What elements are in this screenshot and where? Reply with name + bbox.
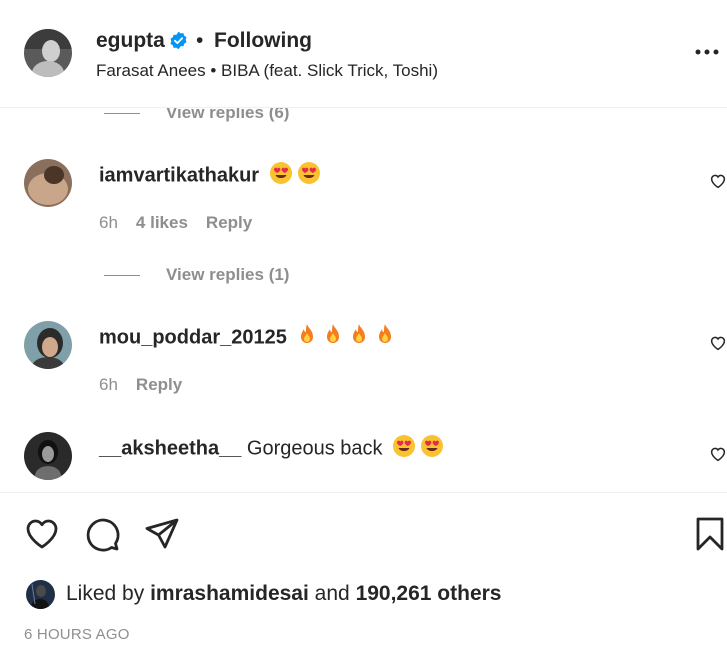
replies-line bbox=[104, 274, 140, 276]
heart-eyes-emoji bbox=[392, 434, 416, 464]
author-username[interactable]: egupta bbox=[96, 29, 165, 53]
view-replies-label: View replies (6) bbox=[166, 108, 290, 122]
commenter-avatar[interactable] bbox=[24, 159, 72, 207]
more-options-icon[interactable] bbox=[693, 46, 721, 58]
liker-avatar[interactable] bbox=[26, 579, 55, 609]
commenter-avatar[interactable] bbox=[24, 432, 72, 480]
comment-text: __aksheetha__ Gorgeous back bbox=[99, 434, 444, 464]
actions-divider bbox=[0, 492, 727, 493]
likes-summary: Liked by imrashamidesai and 190,261 othe… bbox=[26, 579, 502, 609]
fire-emoji bbox=[322, 323, 344, 353]
audio-link[interactable]: Farasat Anees • BIBA (feat. Slick Trick,… bbox=[96, 61, 438, 81]
heart-eyes-emoji bbox=[297, 161, 321, 191]
commenter-avatar[interactable] bbox=[24, 321, 72, 369]
comment-text: iamvartikathakur bbox=[99, 161, 321, 191]
author-avatar[interactable] bbox=[24, 29, 72, 77]
comment-text: mou_poddar_20125 bbox=[99, 323, 396, 353]
view-replies-button[interactable]: View replies (1) bbox=[104, 263, 289, 287]
verified-badge-icon bbox=[170, 31, 187, 50]
fire-emoji bbox=[374, 323, 396, 353]
comment-icon[interactable] bbox=[84, 516, 120, 552]
heart-eyes-emoji bbox=[420, 434, 444, 464]
fire-emoji bbox=[348, 323, 370, 353]
comment-likes[interactable]: 4 likes bbox=[136, 213, 188, 233]
comment-meta: 6h 4 likes Reply bbox=[99, 213, 270, 233]
heart-icon[interactable] bbox=[24, 516, 60, 552]
comment-time: 6h bbox=[99, 375, 118, 394]
comment-username[interactable]: __aksheetha__ bbox=[99, 437, 241, 459]
liked-by-user[interactable]: imrashamidesai bbox=[150, 582, 309, 605]
reply-button[interactable]: Reply bbox=[136, 375, 182, 395]
comment-username[interactable]: iamvartikathakur bbox=[99, 164, 259, 186]
fire-emoji bbox=[296, 323, 318, 353]
post-header: egupta • Following Farasat Anees • BIBA … bbox=[0, 0, 727, 108]
following-button[interactable]: Following bbox=[214, 29, 312, 53]
like-comment-icon[interactable] bbox=[709, 445, 727, 463]
reply-button[interactable]: Reply bbox=[206, 213, 252, 233]
replies-line bbox=[104, 112, 140, 114]
view-replies-button[interactable]: View replies (6) bbox=[104, 108, 289, 125]
bookmark-icon[interactable] bbox=[692, 516, 727, 552]
liked-by-connector: and bbox=[314, 582, 350, 605]
comments-list: View replies (6) iamvartikathakur 6h 4 l… bbox=[0, 108, 727, 492]
view-replies-label: View replies (1) bbox=[166, 265, 290, 284]
likes-text: Liked by imrashamidesai and 190,261 othe… bbox=[66, 582, 502, 606]
header-separator: • bbox=[196, 29, 204, 52]
liked-by-prefix: Liked by bbox=[66, 582, 145, 605]
like-comment-icon[interactable] bbox=[709, 334, 727, 352]
liked-by-others[interactable]: 190,261 others bbox=[356, 582, 502, 605]
comment-meta: 6h Reply bbox=[99, 375, 200, 395]
post-timestamp[interactable]: 6 HOURS AGO bbox=[24, 626, 130, 643]
comment-time: 6h bbox=[99, 213, 118, 232]
share-icon[interactable] bbox=[144, 516, 180, 552]
like-comment-icon[interactable] bbox=[709, 172, 727, 190]
comment-body: Gorgeous back bbox=[246, 437, 383, 460]
comment-username[interactable]: mou_poddar_20125 bbox=[99, 326, 287, 348]
heart-eyes-emoji bbox=[269, 161, 293, 191]
